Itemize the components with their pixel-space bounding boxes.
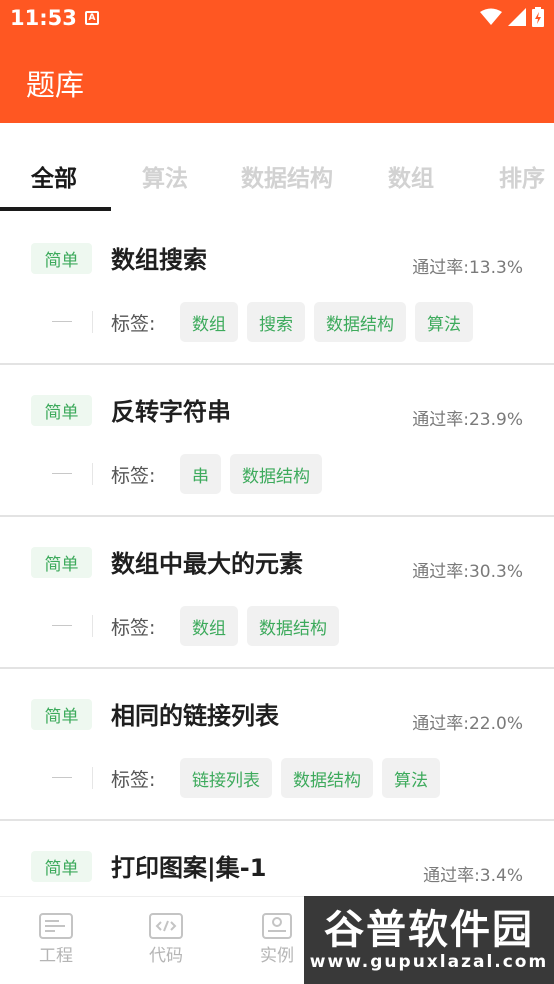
nav-label: 代码 <box>149 946 183 966</box>
tag-chip[interactable]: 算法 <box>415 302 473 342</box>
tab-array[interactable]: 数组 <box>388 159 434 193</box>
tag-label: 标签: <box>111 313 156 335</box>
tag-chip[interactable]: 串 <box>180 454 221 494</box>
pass-rate: 通过率:30.3% <box>412 562 523 582</box>
difficulty-badge: 简单 <box>31 547 92 578</box>
wifi-icon <box>480 8 502 25</box>
dash-divider <box>52 625 72 626</box>
app-bar: 11:53 A 题库 <box>0 0 554 123</box>
nav-item-example[interactable]: 实例 <box>247 913 307 966</box>
cell-signal-icon <box>508 8 526 26</box>
vertical-divider <box>92 767 93 789</box>
vertical-divider <box>92 463 93 485</box>
tag-chip[interactable]: 数组 <box>180 302 238 342</box>
tag-label: 标签: <box>111 769 156 791</box>
nav-label: 工程 <box>39 946 73 966</box>
question-item[interactable]: 简单 反转字符串 通过率:23.9% 标签: 串 数据结构 <box>0 365 554 517</box>
tab-all[interactable]: 全部 <box>31 159 77 193</box>
question-item[interactable]: 简单 数组搜索 通过率:13.3% 标签: 数组 搜索 数据结构 算法 <box>0 213 554 365</box>
app-root: 11:53 A 题库 全部 算法 数据结构 数组 排序 简单 数组搜索 通过率:… <box>0 0 554 984</box>
tag-chip[interactable]: 数据结构 <box>314 302 406 342</box>
pass-rate: 通过率:13.3% <box>412 258 523 278</box>
dash-divider <box>52 473 72 474</box>
tab-data-structure[interactable]: 数据结构 <box>241 159 333 193</box>
tag-label: 标签: <box>111 617 156 639</box>
nav-item-code[interactable]: 代码 <box>136 913 196 966</box>
pass-rate: 通过率:3.4% <box>423 866 523 886</box>
question-item[interactable]: 简单 数组中最大的元素 通过率:30.3% 标签: 数组 数据结构 <box>0 517 554 669</box>
watermark-title: 谷普软件园 <box>324 907 534 953</box>
example-icon <box>262 913 292 939</box>
question-title: 数组中最大的元素 <box>111 550 303 578</box>
project-icon <box>39 913 73 939</box>
tag-group: 数组 数据结构 <box>180 606 339 646</box>
watermark-url: www.gupuxlazal.com <box>309 952 549 972</box>
code-icon <box>149 913 183 939</box>
tag-chip[interactable]: 算法 <box>382 758 440 798</box>
tag-chip[interactable]: 数组 <box>180 606 238 646</box>
tag-group: 链接列表 数据结构 算法 <box>180 758 440 798</box>
tag-group: 数组 搜索 数据结构 算法 <box>180 302 473 342</box>
category-tabs: 全部 算法 数据结构 数组 排序 <box>0 123 554 213</box>
watermark-overlay: 谷普软件园 www.gupuxlazal.com <box>304 896 554 984</box>
tag-chip[interactable]: 搜索 <box>247 302 305 342</box>
vertical-divider <box>92 311 93 333</box>
notification-icon: A <box>85 11 99 25</box>
question-title: 数组搜索 <box>111 246 207 274</box>
active-tab-indicator <box>0 207 111 211</box>
question-list: 简单 数组搜索 通过率:13.3% 标签: 数组 搜索 数据结构 算法 简单 反… <box>0 213 554 973</box>
tab-sort[interactable]: 排序 <box>499 159 545 193</box>
dash-divider <box>52 777 72 778</box>
question-item[interactable]: 简单 相同的链接列表 通过率:22.0% 标签: 链接列表 数据结构 算法 <box>0 669 554 821</box>
tag-label: 标签: <box>111 465 156 487</box>
difficulty-badge: 简单 <box>31 395 92 426</box>
question-title: 打印图案|集-1 <box>111 854 267 882</box>
battery-charging-icon <box>532 7 544 27</box>
tag-group: 串 数据结构 <box>180 454 322 494</box>
dash-divider <box>52 321 72 322</box>
tab-algorithm[interactable]: 算法 <box>142 159 188 193</box>
page-title: 题库 <box>26 68 85 102</box>
tag-chip[interactable]: 数据结构 <box>247 606 339 646</box>
status-time: 11:53 <box>10 6 77 30</box>
nav-item-project[interactable]: 工程 <box>26 913 86 966</box>
pass-rate: 通过率:22.0% <box>412 714 523 734</box>
difficulty-badge: 简单 <box>31 699 92 730</box>
difficulty-badge: 简单 <box>31 851 92 882</box>
vertical-divider <box>92 615 93 637</box>
tag-chip[interactable]: 链接列表 <box>180 758 272 798</box>
question-title: 反转字符串 <box>111 398 231 426</box>
pass-rate: 通过率:23.9% <box>412 410 523 430</box>
tag-chip[interactable]: 数据结构 <box>230 454 322 494</box>
status-icons <box>480 7 544 27</box>
difficulty-badge: 简单 <box>31 243 92 274</box>
status-bar: 11:53 A <box>0 0 554 38</box>
nav-label: 实例 <box>260 946 294 966</box>
question-title: 相同的链接列表 <box>111 702 279 730</box>
tag-chip[interactable]: 数据结构 <box>281 758 373 798</box>
